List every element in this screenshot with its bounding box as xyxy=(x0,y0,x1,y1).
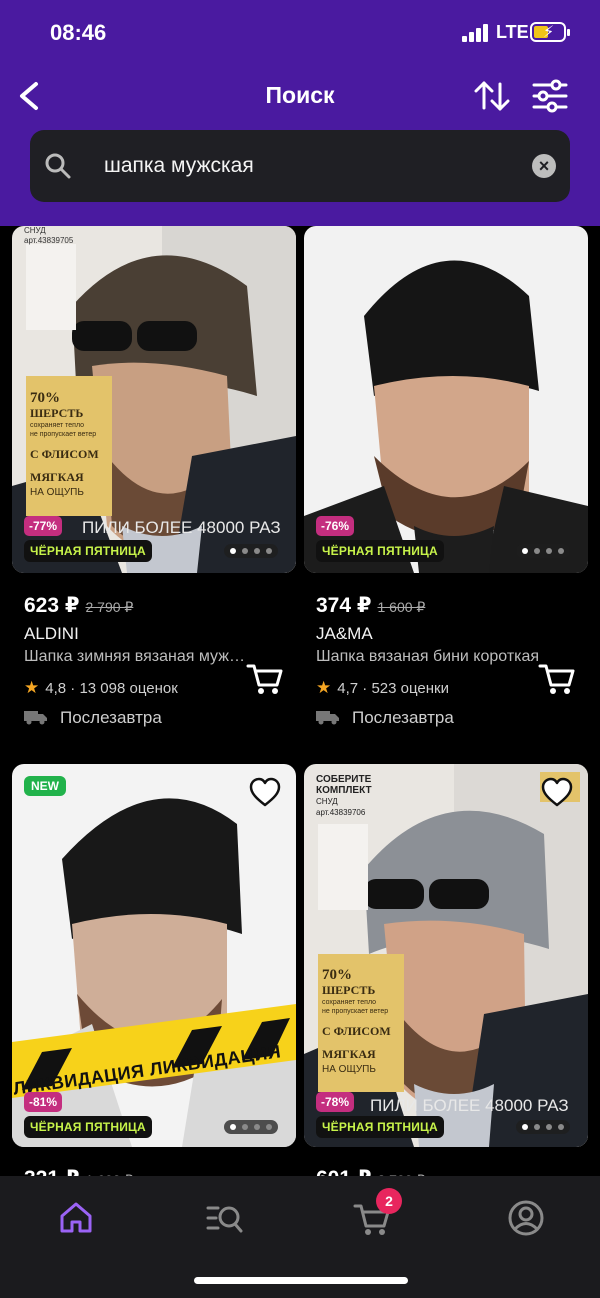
image-corner-text: СНУД арт.43839705 xyxy=(24,226,74,245)
search-bar[interactable]: шапка мужская × xyxy=(30,130,570,202)
image-pager xyxy=(224,544,278,558)
star-icon: ★ xyxy=(24,678,40,697)
truck-icon xyxy=(24,711,47,725)
filter-icon[interactable] xyxy=(530,78,570,114)
home-icon[interactable] xyxy=(56,1198,96,1238)
add-to-cart-icon[interactable] xyxy=(246,662,284,696)
feature-panel: 70% ШЕРСТЬ сохраняет тепло не пропускает… xyxy=(30,390,99,499)
product-brand: ALDINI xyxy=(24,624,79,643)
promo-badge: ЧЁРНАЯ ПЯТНИЦА xyxy=(24,540,152,562)
discount-badge: -77% xyxy=(24,516,63,536)
sort-icon[interactable] xyxy=(472,78,512,114)
product-image[interactable]: ЛИКВИДАЦИЯ ЛИКВИДАЦИЯ NEW -81% ЧЁРНАЯ ПЯ… xyxy=(12,764,296,1147)
status-bar: 08:46 LTE ⚡ xyxy=(0,0,600,66)
product-card[interactable]: -76% ЧЁРНАЯ ПЯТНИЦА 374 ₽1 600 ₽ JA&MA Ш… xyxy=(304,226,588,746)
delivery-info: Послезавтра xyxy=(24,708,162,728)
product-rating: ★ 4,7 · 523 оценки xyxy=(316,678,449,697)
image-pager xyxy=(516,544,570,558)
home-indicator xyxy=(194,1277,408,1284)
add-to-cart-icon[interactable] xyxy=(538,662,576,696)
battery-icon: ⚡ xyxy=(530,22,570,42)
image-pager xyxy=(516,1120,570,1134)
product-rating: ★ 4,8 · 13 098 оценок xyxy=(24,678,178,697)
old-price: 2 790 ₽ xyxy=(85,599,134,615)
image-caption: ПИЛИ БОЛЕЕ 48000 РАЗ xyxy=(370,1096,569,1115)
product-name[interactable]: Шапка вязаная бини короткая xyxy=(316,648,542,666)
signal-icon xyxy=(462,24,492,42)
product-price: 623 ₽2 790 ₽ xyxy=(24,594,134,617)
promo-badge: ЧЁРНАЯ ПЯТНИЦА xyxy=(24,1116,152,1138)
new-badge: NEW xyxy=(24,776,66,796)
top-bar: 08:46 LTE ⚡ Поиск шапка мужская × xyxy=(0,0,600,226)
image-corner-text: СОБЕРИТЕ КОМПЛЕКТ СНУД арт.43839706 xyxy=(316,774,372,817)
product-card[interactable]: СОБЕРИТЕ КОМПЛЕКТ СНУД арт.43839706 70% … xyxy=(304,764,588,1190)
truck-icon xyxy=(316,711,339,725)
discount-badge: -78% xyxy=(316,1092,355,1112)
discount-badge: -76% xyxy=(316,516,355,536)
old-price: 1 600 ₽ xyxy=(377,599,426,615)
favorite-icon[interactable] xyxy=(540,776,574,810)
search-icon xyxy=(45,153,71,179)
product-price: 374 ₽1 600 ₽ xyxy=(316,594,426,617)
delivery-info: Послезавтра xyxy=(316,708,454,728)
discount-badge: -81% xyxy=(24,1092,63,1112)
cart-count-badge: 2 xyxy=(376,1188,402,1214)
star-icon: ★ xyxy=(316,678,332,697)
image-caption: ПИЛИ БОЛЕЕ 48000 РАЗ xyxy=(82,518,281,537)
status-time: 08:46 xyxy=(50,20,107,45)
product-image[interactable]: СОБЕРИТЕ КОМПЛЕКТ СНУД арт.43839706 70% … xyxy=(304,764,588,1147)
image-pager xyxy=(224,1120,278,1134)
promo-badge: ЧЁРНАЯ ПЯТНИЦА xyxy=(316,540,444,562)
favorite-icon[interactable] xyxy=(248,776,282,810)
network-label: LTE xyxy=(496,22,529,42)
promo-badge: ЧЁРНАЯ ПЯТНИЦА xyxy=(316,1116,444,1138)
catalog-search-icon[interactable] xyxy=(204,1198,244,1238)
feature-panel: 70% ШЕРСТЬ сохраняет тепло не пропускает… xyxy=(322,967,391,1076)
search-input[interactable]: шапка мужская xyxy=(104,154,254,178)
product-card[interactable]: СНУД арт.43839705 70% ШЕРСТЬ сохраняет т… xyxy=(12,226,296,746)
clear-search-icon[interactable]: × xyxy=(532,154,556,178)
profile-icon[interactable] xyxy=(506,1198,546,1238)
product-name[interactable]: Шапка зимняя вязаная мужская xyxy=(24,648,250,666)
product-image[interactable]: -76% ЧЁРНАЯ ПЯТНИЦА xyxy=(304,226,588,573)
product-image[interactable]: СНУД арт.43839705 70% ШЕРСТЬ сохраняет т… xyxy=(12,226,296,573)
product-card[interactable]: ЛИКВИДАЦИЯ ЛИКВИДАЦИЯ NEW -81% ЧЁРНАЯ ПЯ… xyxy=(12,764,296,1190)
product-brand: JA&MA xyxy=(316,624,373,643)
header: Поиск xyxy=(0,66,600,126)
